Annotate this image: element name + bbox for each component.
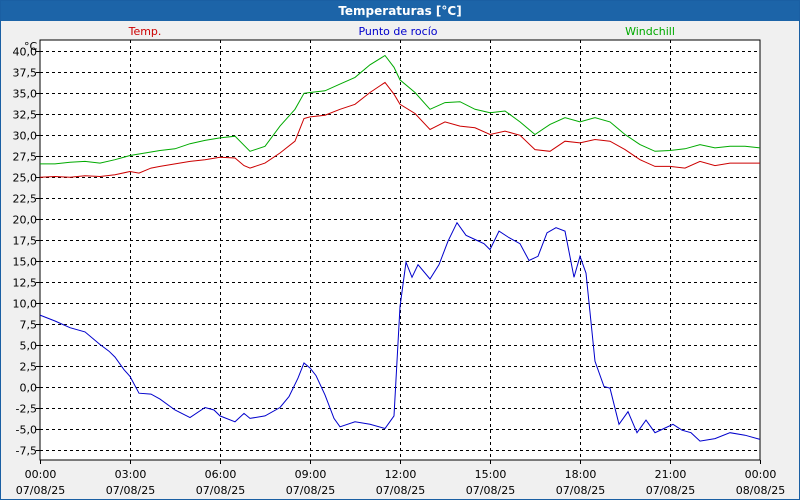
y-tick-label: 20,0 xyxy=(13,214,38,227)
y-tick-label: 15,0 xyxy=(13,256,38,269)
x-tick-time-label: 21:00 xyxy=(655,468,687,481)
temperature-chart: 40,037,535,032,530,027,525,022,520,017,5… xyxy=(13,25,786,497)
x-tick-date-label: 07/08/25 xyxy=(196,484,245,497)
y-axis-unit-label: °C xyxy=(24,40,38,53)
x-tick-time-label: 00:00 xyxy=(745,468,777,481)
x-tick-time-label: 03:00 xyxy=(115,468,147,481)
y-tick-label: 5,0 xyxy=(20,340,38,353)
grid xyxy=(39,39,761,461)
y-tick-label: 30,0 xyxy=(13,130,38,143)
y-tick-label: 0,0 xyxy=(20,382,38,395)
x-tick-date-label: 07/08/25 xyxy=(556,484,605,497)
x-tick-date-label: 07/08/25 xyxy=(466,484,515,497)
x-tick-time-label: 06:00 xyxy=(205,468,237,481)
x-tick-time-label: 18:00 xyxy=(565,468,597,481)
legend-entry: Temp. xyxy=(128,25,162,38)
x-axis-ticks: 00:00 07/08/25 03:00 07/08/25 06:00 07/08/25 0… xyxy=(16,460,785,497)
y-tick-label: 25,0 xyxy=(13,172,38,185)
y-tick-label: 22,5 xyxy=(13,193,38,206)
x-tick-time-label: 00:00 xyxy=(25,468,57,481)
y-tick-label: 35,0 xyxy=(13,88,38,101)
x-tick-date-label: 07/08/25 xyxy=(376,484,425,497)
legend: Temp. Punto de rocío Windchill xyxy=(128,25,675,38)
y-tick-label: 12,5 xyxy=(13,277,38,290)
x-tick-date-label: 07/08/25 xyxy=(646,484,695,497)
legend-entry: Punto de rocío xyxy=(358,25,437,38)
x-tick-date-label: 07/08/25 xyxy=(286,484,335,497)
y-axis-ticks: 40,037,535,032,530,027,525,022,520,017,5… xyxy=(13,46,40,458)
y-tick-label: 7,5 xyxy=(20,319,38,332)
x-tick-date-label: 07/08/25 xyxy=(106,484,155,497)
x-tick-time-label: 09:00 xyxy=(295,468,327,481)
y-tick-label: 2,5 xyxy=(20,361,38,374)
y-tick-label: -5,0 xyxy=(16,424,37,437)
x-tick-time-label: 12:00 xyxy=(385,468,417,481)
y-tick-label: 32,5 xyxy=(13,109,38,122)
y-tick-label: 27,5 xyxy=(13,151,38,164)
y-tick-label: 10,0 xyxy=(13,298,38,311)
x-tick-date-label: 07/08/25 xyxy=(16,484,65,497)
y-tick-label: 37,5 xyxy=(13,67,38,80)
y-tick-label: 17,5 xyxy=(13,235,38,248)
y-tick-label: -2,5 xyxy=(16,403,37,416)
x-tick-time-label: 15:00 xyxy=(475,468,507,481)
x-tick-date-label: 08/08/25 xyxy=(736,484,785,497)
legend-entry: Windchill xyxy=(625,25,675,38)
y-tick-label: -7,5 xyxy=(16,445,37,458)
